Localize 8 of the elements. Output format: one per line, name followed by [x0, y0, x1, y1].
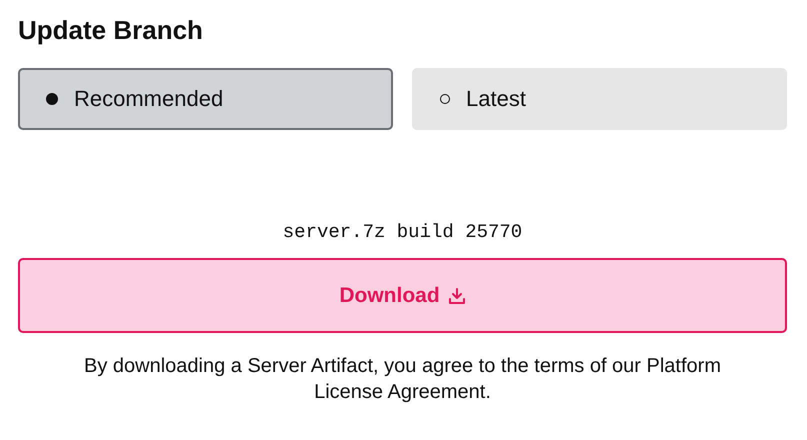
filled-dot-icon [46, 93, 58, 105]
license-notice: By downloading a Server Artifact, you agree to the terms of our Platform License Agreement. [83, 354, 722, 405]
radio-option[interactable]: Recommended [18, 68, 393, 130]
artifact-label: server.7z build 25770 [282, 220, 524, 244]
radio-option[interactable]: Latest [412, 68, 787, 130]
download-icon [448, 286, 466, 304]
page-title: Update Branch [18, 14, 204, 46]
circle-icon [440, 94, 450, 104]
